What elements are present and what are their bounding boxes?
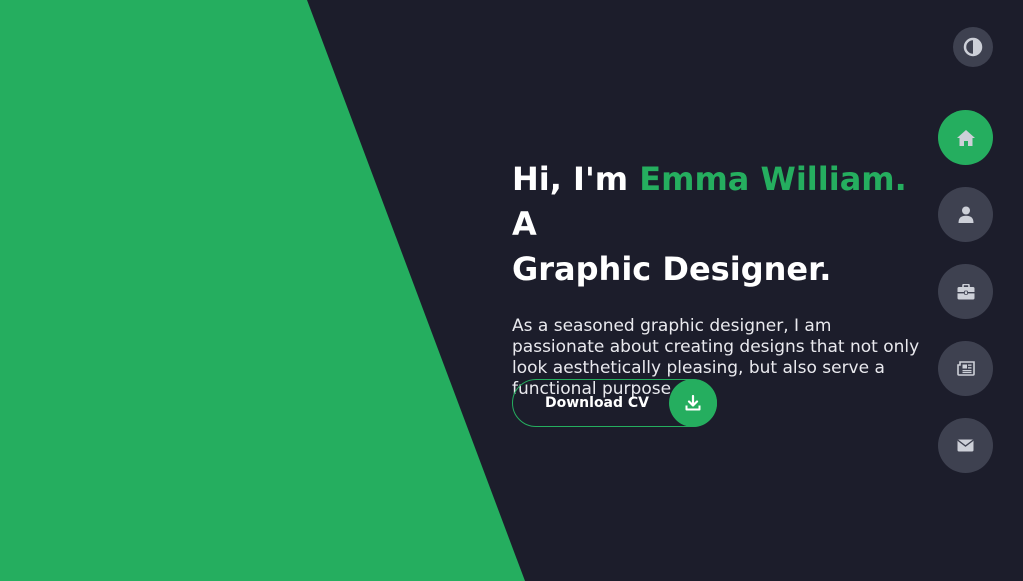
newspaper-icon [956,361,975,376]
nav-home-button[interactable] [938,110,993,165]
hero-role: Graphic Designer. [512,250,832,288]
hero-greeting: Hi, I'm [512,160,640,198]
hero-role-prefix: A [512,205,537,243]
nav-portfolio-button[interactable] [938,264,993,319]
theme-toggle-button[interactable] [953,27,993,67]
download-cv-label: Download CV [545,395,650,411]
briefcase-icon [957,283,974,299]
contrast-icon [963,37,983,57]
download-icon-circle [669,379,717,427]
download-cv-button[interactable]: Download CV [512,379,717,427]
nav-blog-button[interactable] [938,341,993,396]
hero-name: Emma William. [639,160,907,198]
hero-heading: Hi, I'm Emma William. A Graphic Designer. [512,157,922,292]
nav-contact-button[interactable] [938,418,993,473]
download-icon [685,395,701,411]
home-icon [956,129,975,146]
hero-section: Hi, I'm Emma William. A Graphic Designer.… [512,157,922,400]
side-navigation [938,110,993,473]
page: Hi, I'm Emma William. A Graphic Designer.… [0,0,1023,581]
user-icon [958,206,973,223]
envelope-icon [957,439,974,452]
nav-about-button[interactable] [938,187,993,242]
